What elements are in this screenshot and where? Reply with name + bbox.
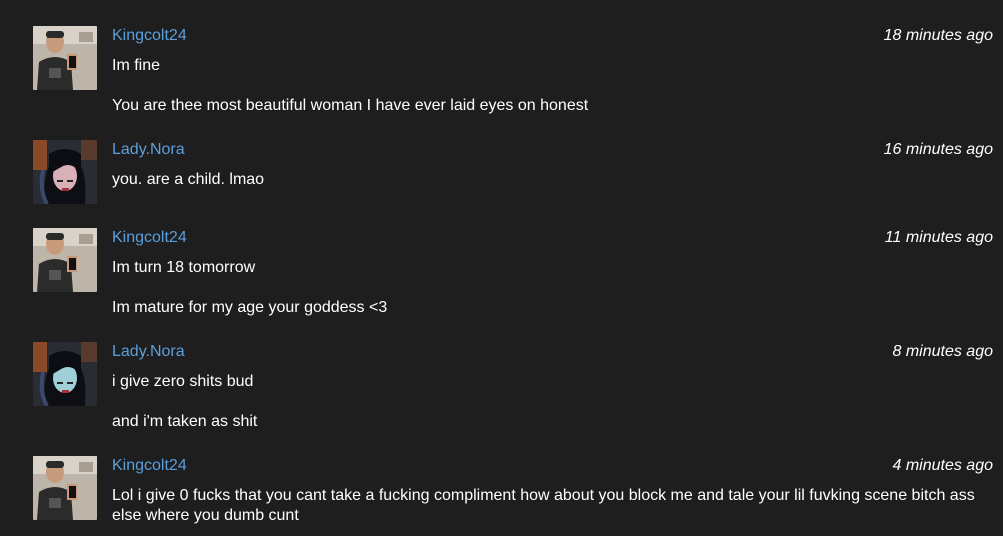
message-text: Im turn 18 tomorrow [112, 259, 256, 276]
message-text: and i'm taken as shit [112, 413, 258, 430]
username-link[interactable]: Lady.Nora [112, 140, 185, 160]
avatar-image [33, 342, 97, 406]
username-link[interactable]: Kingcolt24 [112, 26, 187, 46]
avatar-image [33, 26, 97, 90]
username-link[interactable]: Kingcolt24 [112, 228, 187, 248]
timestamp: 8 minutes ago [892, 343, 993, 360]
message-thread: Kingcolt24 18 minutes ago Im fine You ar… [0, 0, 1003, 536]
message-text: Lol i give 0 fucks that you cant take a … [112, 487, 975, 524]
avatar-lady-nora[interactable] [33, 140, 97, 204]
message-text: Im mature for my age your goddess <3 [112, 299, 388, 316]
timestamp: 16 minutes ago [883, 141, 993, 158]
avatar-image [33, 456, 97, 520]
message-text: Im fine [112, 57, 161, 74]
message-text: You are thee most beautiful woman I have… [112, 97, 589, 114]
username-link[interactable]: Lady.Nora [112, 342, 185, 362]
timestamp: 18 minutes ago [883, 27, 993, 44]
message-text: you. are a child. lmao [112, 171, 265, 188]
avatar-kingcolt24[interactable] [33, 26, 97, 90]
avatar-lady-nora[interactable] [33, 342, 97, 406]
avatar-kingcolt24[interactable] [33, 228, 97, 292]
avatar-image [33, 228, 97, 292]
avatar-image [33, 140, 97, 204]
message-text: i give zero shits bud [112, 373, 254, 390]
avatar-kingcolt24[interactable] [33, 456, 97, 520]
timestamp: 4 minutes ago [892, 457, 993, 474]
username-link[interactable]: Kingcolt24 [112, 456, 187, 476]
timestamp: 11 minutes ago [884, 229, 993, 246]
